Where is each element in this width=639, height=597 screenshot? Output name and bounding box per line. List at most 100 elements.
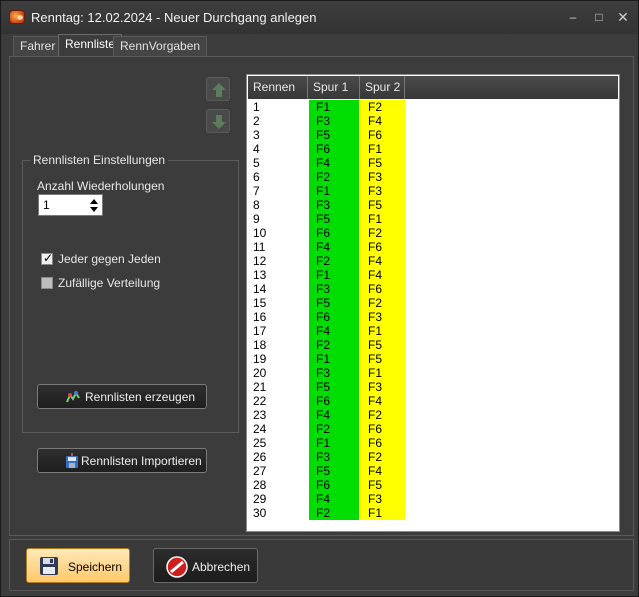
stepper-down-icon[interactable] bbox=[90, 207, 98, 212]
window-title: Renntag: 12.02.2024 - Neuer Durchgang an… bbox=[31, 10, 317, 25]
spur2-cell: F1 bbox=[360, 212, 405, 226]
race-number-cell: 1 bbox=[253, 100, 260, 114]
settings-group-title: Rennlisten Einstellungen bbox=[30, 154, 169, 167]
table-row[interactable]: 11 F4 F6 bbox=[248, 240, 618, 254]
table-row[interactable]: 6 F2 F3 bbox=[248, 170, 618, 184]
race-number-cell: 5 bbox=[253, 156, 260, 170]
race-number-cell: 25 bbox=[253, 436, 267, 450]
close-button[interactable]: ✕ bbox=[614, 9, 632, 25]
table-row[interactable]: 22 F6 F4 bbox=[248, 394, 618, 408]
column-header-spur2[interactable]: Spur 2 bbox=[360, 76, 405, 99]
table-row[interactable]: 25 F1 F6 bbox=[248, 436, 618, 450]
race-number-cell: 30 bbox=[253, 506, 267, 520]
floppy-disk-icon bbox=[40, 557, 58, 575]
spur2-cell: F5 bbox=[360, 156, 405, 170]
spur1-cell: F2 bbox=[309, 254, 359, 268]
spur1-cell: F5 bbox=[309, 212, 359, 226]
table-row[interactable]: 12 F2 F4 bbox=[248, 254, 618, 268]
spur2-cell: F5 bbox=[360, 338, 405, 352]
table-row[interactable]: 20 F3 F1 bbox=[248, 366, 618, 380]
race-number-cell: 4 bbox=[253, 142, 260, 156]
table-row[interactable]: 27 F5 F4 bbox=[248, 464, 618, 478]
table-row[interactable]: 15 F5 F2 bbox=[248, 296, 618, 310]
checkbox-box[interactable] bbox=[41, 277, 53, 289]
tab-fahrer[interactable]: Fahrer bbox=[13, 36, 63, 56]
race-number-cell: 3 bbox=[253, 128, 260, 142]
table-row[interactable]: 23 F4 F2 bbox=[248, 408, 618, 422]
table-row[interactable]: 13 F1 F4 bbox=[248, 268, 618, 282]
repeats-label: Anzahl Wiederholungen bbox=[37, 179, 165, 193]
table-row[interactable]: 3 F5 F6 bbox=[248, 128, 618, 142]
race-number-cell: 18 bbox=[253, 338, 267, 352]
cancel-button[interactable]: Abbrechen bbox=[153, 548, 258, 583]
table-row[interactable]: 1 F1 F2 bbox=[248, 100, 618, 114]
table-row[interactable]: 2 F3 F4 bbox=[248, 114, 618, 128]
stepper-up-icon[interactable] bbox=[90, 199, 98, 204]
table-row[interactable]: 17 F4 F1 bbox=[248, 324, 618, 338]
table-row[interactable]: 28 F6 F5 bbox=[248, 478, 618, 492]
spur2-cell: F3 bbox=[360, 492, 405, 506]
generate-button-label: Rennlisten erzeugen bbox=[85, 390, 196, 404]
column-header-spur1[interactable]: Spur 1 bbox=[308, 76, 360, 99]
table-row[interactable]: 9 F5 F1 bbox=[248, 212, 618, 226]
spur1-cell: F5 bbox=[309, 128, 359, 142]
race-number-cell: 27 bbox=[253, 464, 267, 478]
column-header-rennen[interactable]: Rennen bbox=[248, 76, 308, 99]
race-number-cell: 19 bbox=[253, 352, 267, 366]
race-number-cell: 21 bbox=[253, 380, 267, 394]
spur1-cell: F4 bbox=[309, 156, 359, 170]
spur1-cell: F5 bbox=[309, 380, 359, 394]
table-row[interactable]: 14 F3 F6 bbox=[248, 282, 618, 296]
arrow-up-icon bbox=[212, 83, 226, 97]
spur2-cell: F4 bbox=[360, 268, 405, 282]
table-row[interactable]: 19 F1 F5 bbox=[248, 352, 618, 366]
spur2-cell: F2 bbox=[360, 226, 405, 240]
move-up-button[interactable] bbox=[206, 77, 230, 101]
table-row[interactable]: 5 F4 F5 bbox=[248, 156, 618, 170]
maximize-button[interactable]: □ bbox=[590, 9, 608, 25]
spur2-cell: F6 bbox=[360, 282, 405, 296]
table-row[interactable]: 7 F1 F3 bbox=[248, 184, 618, 198]
race-number-cell: 9 bbox=[253, 212, 260, 226]
spur1-cell: F2 bbox=[309, 422, 359, 436]
spur1-cell: F3 bbox=[309, 282, 359, 296]
repeats-stepper[interactable]: 1 bbox=[38, 194, 103, 216]
race-number-cell: 16 bbox=[253, 310, 267, 324]
table-row[interactable]: 21 F5 F3 bbox=[248, 380, 618, 394]
no-entry-icon bbox=[166, 556, 188, 578]
import-race-list-button[interactable]: Rennlisten Importieren bbox=[37, 448, 207, 473]
table-row[interactable]: 30 F2 F1 bbox=[248, 506, 618, 520]
table-row[interactable]: 4 F6 F1 bbox=[248, 142, 618, 156]
table-row[interactable]: 26 F3 F2 bbox=[248, 450, 618, 464]
save-button[interactable]: Speichern bbox=[26, 548, 130, 583]
table-header: Rennen Spur 1 Spur 2 bbox=[248, 76, 618, 99]
table-row[interactable]: 18 F2 F5 bbox=[248, 338, 618, 352]
cancel-button-label: Abbrechen bbox=[192, 560, 251, 574]
spur1-cell: F1 bbox=[309, 268, 359, 282]
table-row[interactable]: 16 F6 F3 bbox=[248, 310, 618, 324]
race-number-cell: 29 bbox=[253, 492, 267, 506]
spur2-cell: F2 bbox=[360, 408, 405, 422]
table-row[interactable]: 10 F6 F2 bbox=[248, 226, 618, 240]
app-icon bbox=[9, 10, 25, 24]
table-row[interactable]: 24 F2 F6 bbox=[248, 422, 618, 436]
spur2-cell: F6 bbox=[360, 422, 405, 436]
spur1-cell: F3 bbox=[309, 198, 359, 212]
race-number-cell: 13 bbox=[253, 268, 267, 282]
race-number-cell: 7 bbox=[253, 184, 260, 198]
table-row[interactable]: 29 F4 F3 bbox=[248, 492, 618, 506]
tab-rennvorgaben[interactable]: RennVorgaben bbox=[113, 36, 208, 56]
race-list-table[interactable]: Rennen Spur 1 Spur 2 1 F1 F2 2 F3 F4 3 F5 F6 4 F6 F… bbox=[246, 74, 620, 532]
table-row[interactable]: 8 F3 F5 bbox=[248, 198, 618, 212]
spur1-cell: F1 bbox=[309, 436, 359, 450]
minimize-button[interactable]: – bbox=[564, 9, 582, 25]
disk-import-icon bbox=[66, 453, 78, 468]
generate-race-list-button[interactable]: Rennlisten erzeugen bbox=[37, 384, 207, 409]
spur2-cell: F3 bbox=[360, 380, 405, 394]
race-number-cell: 14 bbox=[253, 282, 267, 296]
dialog-window: Renntag: 12.02.2024 - Neuer Durchgang an… bbox=[0, 0, 639, 597]
spur1-cell: F5 bbox=[309, 296, 359, 310]
move-down-button[interactable] bbox=[206, 109, 230, 133]
title-bar[interactable]: Renntag: 12.02.2024 - Neuer Durchgang an… bbox=[1, 1, 638, 34]
checkbox-box[interactable]: ✓ bbox=[41, 251, 53, 265]
